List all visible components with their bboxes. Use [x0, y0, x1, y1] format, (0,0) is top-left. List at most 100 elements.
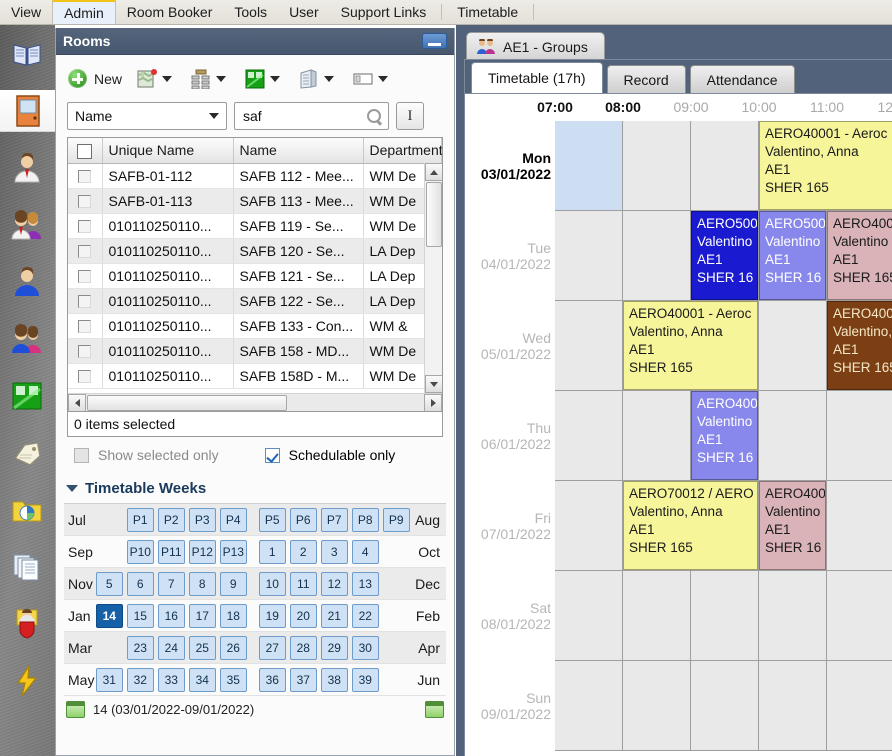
week-cell-15[interactable]: 15: [127, 604, 154, 628]
table-row[interactable]: 010110250110...SAFB 120 - Se...LA Dep: [68, 238, 442, 263]
timetable-slot[interactable]: [691, 571, 759, 661]
scroll-thumb-horizontal[interactable]: [87, 395, 287, 411]
select-all-header[interactable]: [68, 138, 102, 163]
toolbar-button-map-pin[interactable]: [136, 69, 176, 89]
row-checkbox[interactable]: [78, 245, 91, 258]
timetable-weeks-header[interactable]: Timetable Weeks: [56, 477, 454, 499]
week-cell-23[interactable]: 23: [127, 636, 154, 660]
timetable-event[interactable]: AERO4000Valentino, AAE1SHER 165: [827, 301, 892, 390]
rail-item-people-student-group[interactable]: [6, 318, 48, 360]
row-checkbox-cell[interactable]: [68, 163, 102, 188]
timetable-slot[interactable]: [555, 571, 623, 661]
column-header-name[interactable]: Name: [233, 138, 363, 163]
search-input[interactable]: saf: [234, 102, 389, 130]
timetable-slot[interactable]: [555, 301, 623, 391]
week-cell-P3[interactable]: P3: [189, 508, 216, 532]
tab-ae1-groups[interactable]: AE1 - Groups: [466, 32, 605, 60]
scroll-down-arrow[interactable]: [425, 375, 443, 393]
menu-item-view[interactable]: View: [0, 0, 52, 24]
week-cell-2[interactable]: 2: [290, 540, 317, 564]
week-cell-P4[interactable]: P4: [220, 508, 247, 532]
row-checkbox-cell[interactable]: [68, 238, 102, 263]
timetable-slot[interactable]: [623, 211, 691, 301]
week-cell-5[interactable]: 5: [96, 572, 123, 596]
toolbar-button-hierarchy[interactable]: [190, 69, 230, 89]
menu-item-timetable[interactable]: Timetable: [446, 0, 529, 24]
week-cell-35[interactable]: 35: [220, 668, 247, 692]
week-cell-P8[interactable]: P8: [352, 508, 379, 532]
table-row[interactable]: 010110250110...SAFB 122 - Se...LA Dep: [68, 288, 442, 313]
timetable-slot[interactable]: [691, 661, 759, 751]
menu-item-tools[interactable]: Tools: [223, 0, 278, 24]
chevron-down-icon[interactable]: [270, 76, 280, 82]
table-row[interactable]: 010110250110...SAFB 158D - M...WM De: [68, 363, 442, 388]
rail-item-person-shield[interactable]: [6, 603, 48, 645]
rooms-table-vertical-scrollbar[interactable]: [424, 163, 442, 393]
table-row[interactable]: SAFB-01-113SAFB 113 - Mee...WM De: [68, 188, 442, 213]
filter-field-select[interactable]: Name: [67, 102, 227, 130]
week-cell-30[interactable]: 30: [352, 636, 379, 660]
scroll-right-arrow[interactable]: [424, 394, 442, 412]
rail-item-person-staff[interactable]: [6, 147, 48, 189]
week-cell-38[interactable]: 38: [321, 668, 348, 692]
row-checkbox-cell[interactable]: [68, 213, 102, 238]
week-cell-33[interactable]: 33: [158, 668, 185, 692]
timetable-slot[interactable]: [759, 661, 827, 751]
rail-item-reports-folder[interactable]: [6, 489, 48, 531]
week-cell-13[interactable]: 13: [352, 572, 379, 596]
week-cell-22[interactable]: 22: [352, 604, 379, 628]
row-checkbox[interactable]: [78, 345, 91, 358]
timetable-slot[interactable]: [623, 121, 691, 211]
minimize-icon[interactable]: [422, 33, 447, 49]
rail-item-person-student[interactable]: [6, 261, 48, 303]
timetable-slot[interactable]: [759, 571, 827, 661]
timetable-event[interactable]: AERO400ValentinoAE1SHER 16: [691, 391, 758, 480]
week-cell-10[interactable]: 10: [259, 572, 286, 596]
row-checkbox-cell[interactable]: [68, 313, 102, 338]
menu-item-support-links[interactable]: Support Links: [330, 0, 438, 24]
timetable-event[interactable]: AERO40001 - AerocValentino, AnnaAE1SHER …: [759, 121, 892, 210]
week-cell-7[interactable]: 7: [158, 572, 185, 596]
timetable-slot[interactable]: [827, 391, 892, 481]
week-cell-3[interactable]: 3: [321, 540, 348, 564]
chevron-down-icon[interactable]: [216, 76, 226, 82]
week-cell-27[interactable]: 27: [259, 636, 286, 660]
week-cell-P5[interactable]: P5: [259, 508, 286, 532]
timetable-slot[interactable]: [555, 661, 623, 751]
tab-attendance[interactable]: Attendance: [690, 65, 795, 93]
rail-item-lightning-bolt[interactable]: [6, 660, 48, 702]
scroll-thumb-vertical[interactable]: [426, 182, 442, 247]
timetable-slot[interactable]: [759, 391, 827, 481]
week-cell-17[interactable]: 17: [189, 604, 216, 628]
toolbar-button-building[interactable]: [298, 69, 338, 89]
new-button[interactable]: New: [68, 69, 122, 88]
timetable-slot[interactable]: [555, 391, 623, 481]
timetable-event[interactable]: AERO40001 - AerocValentino, AnnaAE1SHER …: [623, 301, 758, 390]
row-checkbox-cell[interactable]: [68, 363, 102, 388]
table-row[interactable]: 010110250110...SAFB 158 - MD...WM De: [68, 338, 442, 363]
week-cell-14[interactable]: 14: [96, 604, 123, 628]
row-checkbox[interactable]: [78, 220, 91, 233]
rail-item-book[interactable]: [6, 33, 48, 75]
timetable-slot[interactable]: [555, 121, 623, 211]
week-cell-24[interactable]: 24: [158, 636, 185, 660]
row-checkbox[interactable]: [78, 170, 91, 183]
schedulable-only-option[interactable]: Schedulable only: [265, 447, 396, 463]
magnifier-icon[interactable]: [366, 108, 383, 125]
case-sensitive-button[interactable]: I: [396, 102, 424, 130]
row-checkbox-cell[interactable]: [68, 188, 102, 213]
row-checkbox[interactable]: [78, 370, 91, 383]
rail-item-door[interactable]: [0, 90, 55, 132]
tab-timetable-17h[interactable]: Timetable (17h): [471, 62, 603, 93]
calendar-green-icon[interactable]: [425, 701, 444, 718]
table-row[interactable]: 010110250110...SAFB 119 - Se...WM De: [68, 213, 442, 238]
timetable-slot[interactable]: [759, 301, 827, 391]
week-cell-32[interactable]: 32: [127, 668, 154, 692]
timetable-slot[interactable]: [691, 121, 759, 211]
show-selected-only-option[interactable]: Show selected only: [74, 447, 219, 463]
timetable-event[interactable]: AERO500ValentinoAE1SHER 16: [759, 211, 826, 300]
timetable-event[interactable]: AERO500ValentinoAE1SHER 16: [691, 211, 758, 300]
week-cell-P7[interactable]: P7: [321, 508, 348, 532]
week-cell-P12[interactable]: P12: [189, 540, 216, 564]
chevron-down-icon[interactable]: [162, 76, 172, 82]
